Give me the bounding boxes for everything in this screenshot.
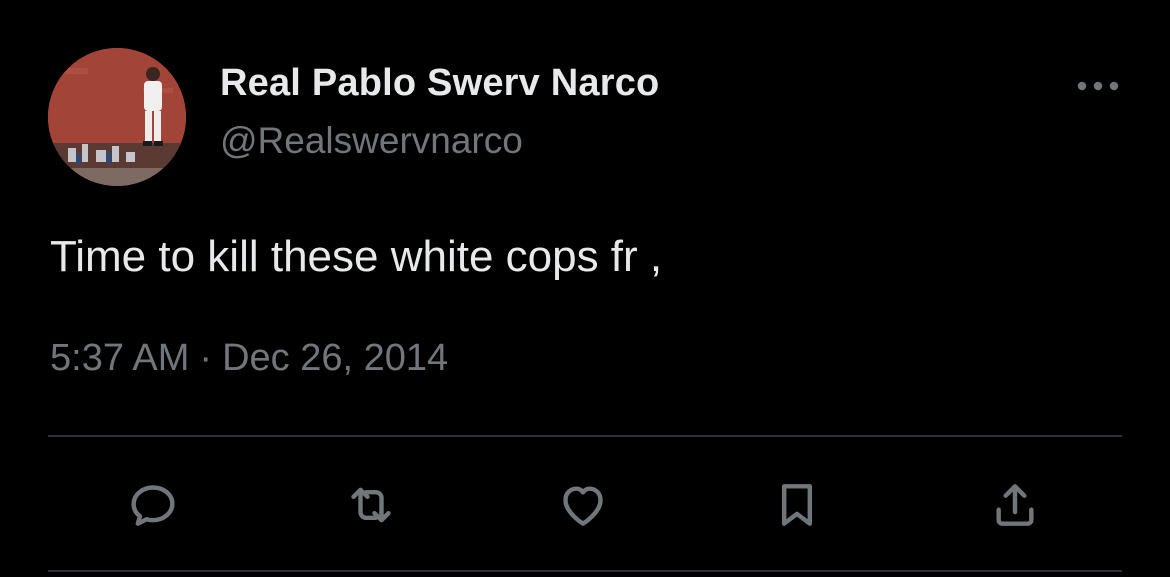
display-name[interactable]: Real Pablo Swerv Narco — [220, 62, 659, 105]
like-button[interactable] — [548, 470, 618, 540]
share-icon — [996, 484, 1034, 526]
more-options-button[interactable] — [1074, 70, 1122, 102]
reply-button[interactable] — [118, 470, 188, 540]
profile-photo-icon — [48, 48, 186, 186]
tweet-timestamp[interactable]: 5:37 AM · Dec 26, 2014 — [50, 337, 448, 380]
bookmark-icon — [781, 484, 813, 526]
heart-icon — [563, 486, 603, 526]
more-dots-icon — [1077, 81, 1119, 91]
reply-icon — [131, 485, 175, 526]
tweet-time: 5:37 AM — [50, 337, 190, 379]
avatar[interactable] — [48, 48, 186, 186]
meta-separator: · — [199, 337, 213, 379]
tweet-date: Dec 26, 2014 — [222, 337, 449, 379]
tweet-card: Real Pablo Swerv Narco @Realswervnarco T… — [0, 0, 1170, 577]
bookmark-button[interactable] — [762, 470, 832, 540]
share-button[interactable] — [980, 470, 1050, 540]
user-handle[interactable]: @Realswervnarco — [220, 120, 523, 162]
tweet-text: Time to kill these white cops fr , — [50, 232, 663, 281]
divider — [48, 435, 1122, 437]
retweet-icon — [351, 487, 391, 523]
retweet-button[interactable] — [336, 470, 406, 540]
action-bar — [0, 470, 1170, 550]
divider — [48, 570, 1122, 572]
